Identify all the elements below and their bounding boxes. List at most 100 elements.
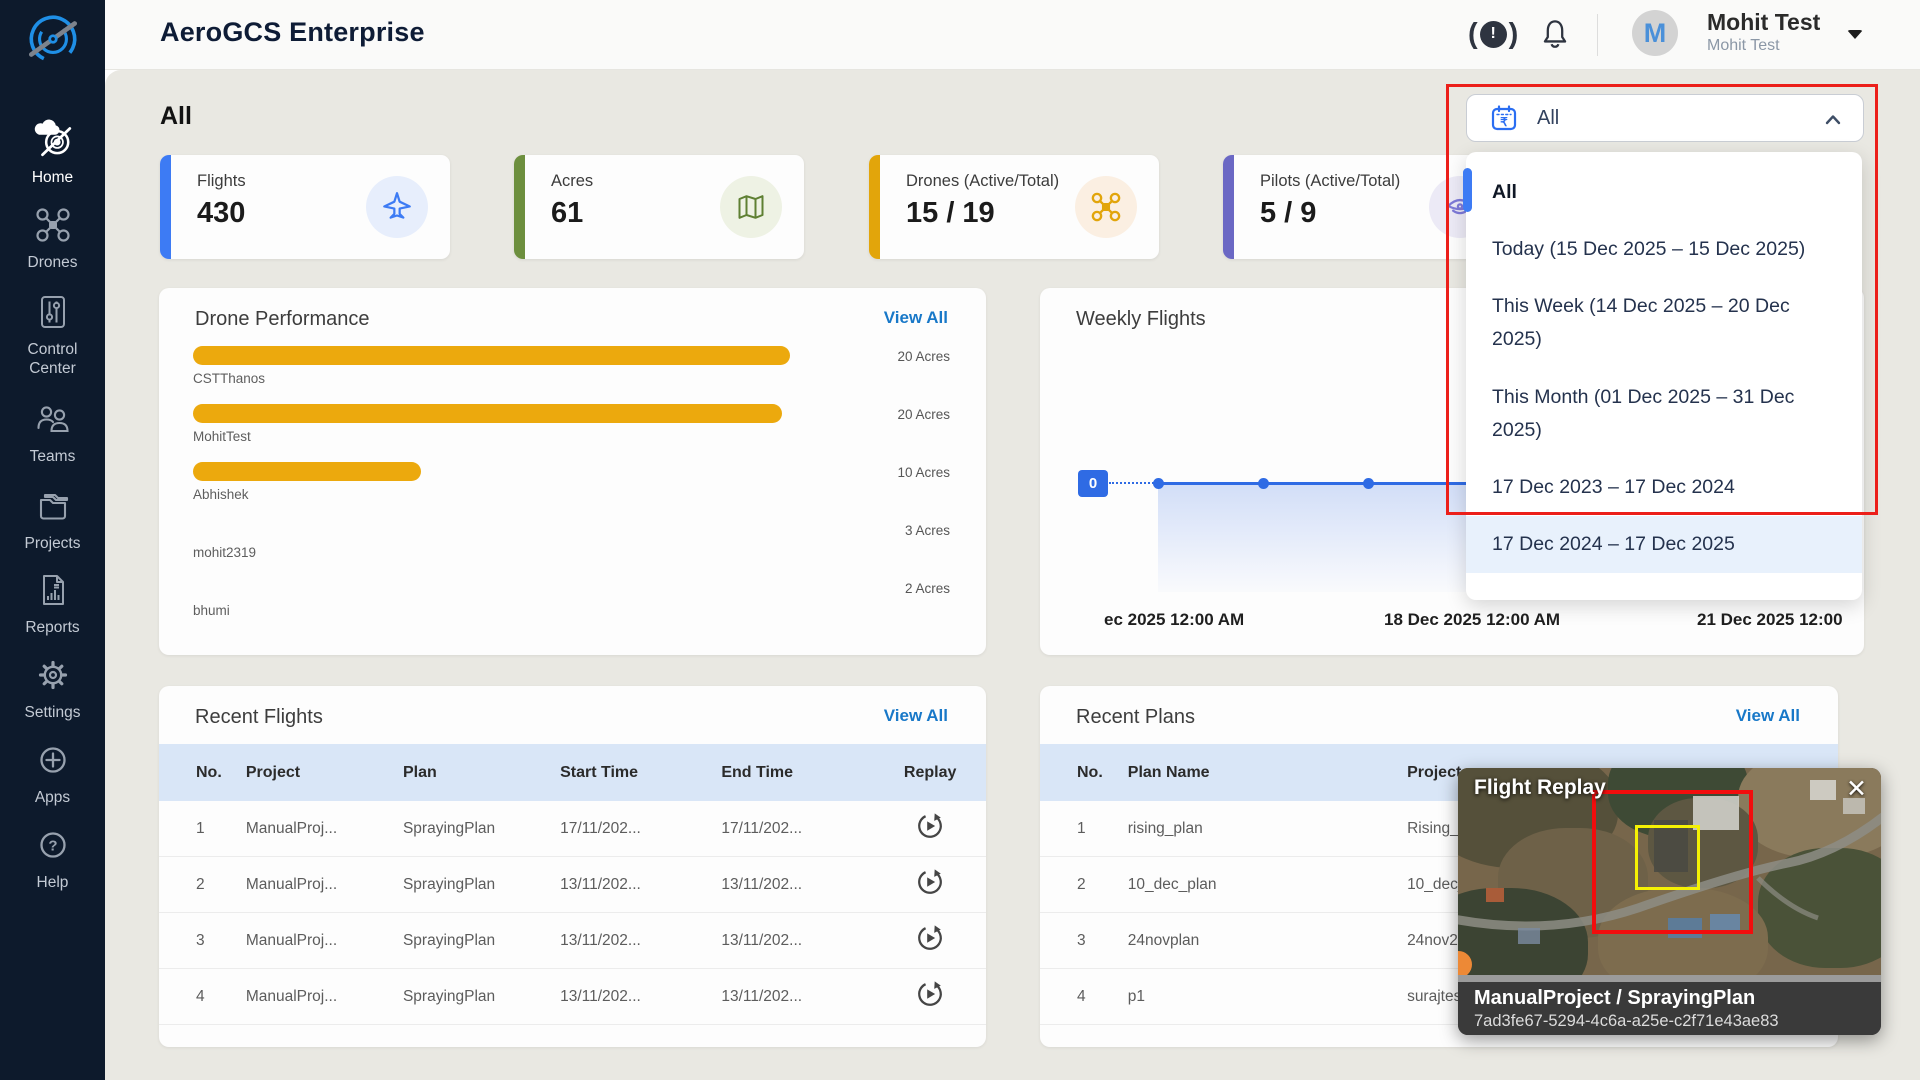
page-heading: All [160,102,192,131]
date-filter-options: All Today (15 Dec 2025 – 15 Dec 2025) Th… [1466,152,1862,600]
table-row[interactable]: 2 ManualProj... SprayingPlan 13/11/202..… [159,857,986,913]
replay-popup-title: Flight Replay [1474,776,1606,800]
replay-icon[interactable] [915,923,945,953]
drone-name: MohitTest [193,429,862,444]
stat-card-drones: Drones (Active/Total) 15 / 19 [869,155,1159,259]
user-menu-caret-icon[interactable] [1847,30,1863,39]
filter-option-current-year[interactable]: 17 Dec 2024 – 17 Dec 2025 [1466,516,1862,573]
sidebar-item-home[interactable]: Home [0,118,105,187]
cell-project: ManualProj... [246,988,403,1006]
cell-no: 2 [1040,876,1128,894]
cell-plan-name: p1 [1128,988,1407,1006]
dashboard-screen: Home Drones [0,0,1920,1080]
folder-icon [33,486,73,531]
teams-icon [33,399,73,444]
filter-option-this-week[interactable]: This Week (14 Dec 2025 – 20 Dec 2025) [1466,278,1862,368]
replay-info-bar: ManualProject / SprayingPlan 7ad3fe67-52… [1458,982,1881,1035]
replay-icon[interactable] [915,979,945,1009]
replay-plan-path: ManualProject / SprayingPlan [1474,987,1865,1010]
sidebar-item-teams[interactable]: Teams [0,399,105,466]
stat-card-flights: Flights 430 [160,155,450,259]
table-row[interactable]: 1 ManualProj... SprayingPlan 17/11/202..… [159,801,986,857]
drone-performance-view-all-link[interactable]: View All [884,308,948,328]
alert-button[interactable]: ( ! ) [1468,19,1518,49]
stat-label: Flights [197,172,246,191]
chart-point [1258,478,1269,489]
filter-option-this-month[interactable]: This Month (01 Dec 2025 – 31 Dec 2025) [1466,369,1862,459]
recent-flights-table: No. Project Plan Start Time End Time Rep… [159,744,986,1025]
col-no: No. [1040,764,1128,782]
replay-progress-strip [1458,975,1881,982]
home-icon [32,118,74,165]
stat-value: 15 / 19 [906,197,995,230]
svg-text:?: ? [48,838,57,855]
filter-option-all[interactable]: All [1466,164,1862,221]
replay-icon[interactable] [915,811,945,841]
user-subtitle: Mohit Test [1707,37,1780,55]
performance-row: Abhishek 10 Acres [193,462,950,520]
cell-start: 13/11/202... [560,988,721,1006]
cell-plan-name: 24novplan [1128,932,1407,950]
cell-plan: SprayingPlan [403,876,560,894]
stat-label: Drones (Active/Total) [906,172,1059,191]
recent-flights-panel: Recent Flights View All No. Project Plan… [159,686,986,1047]
cell-plan: SprayingPlan [403,820,560,838]
report-icon [33,570,73,615]
recent-flights-view-all-link[interactable]: View All [884,706,948,726]
flight-replay-popup: Flight Replay ✕ ManualProject / Spraying… [1458,768,1881,1035]
drone-name: Abhishek [193,487,862,502]
stat-label: Pilots (Active/Total) [1260,172,1400,191]
filter-option-today[interactable]: Today (15 Dec 2025 – 15 Dec 2025) [1466,221,1862,278]
table-row[interactable]: 4 ManualProj... SprayingPlan 13/11/202..… [159,969,986,1025]
drone-icon [1075,176,1137,238]
cell-end: 17/11/202... [721,820,874,838]
table-row[interactable]: 3 ManualProj... SprayingPlan 13/11/202..… [159,913,986,969]
performance-row: mohit2319 3 Acres [193,520,950,578]
close-icon[interactable]: ✕ [1846,774,1867,804]
question-circle-icon: ? [33,825,73,870]
date-filter-select[interactable]: ₹ All [1466,94,1864,142]
app-title: AeroGCS Enterprise [160,17,425,48]
flights-accent-bar [160,155,171,259]
acres-value: 10 Acres [862,462,950,520]
cell-no: 4 [159,988,246,1006]
sidebar-item-label: Home [5,168,101,187]
sidebar-item-help[interactable]: ? Help [0,825,105,892]
cell-plan: SprayingPlan [403,932,560,950]
svg-text:₹: ₹ [1500,115,1508,129]
replay-flight-id: 7ad3fe67-5294-4c6a-a25e-c2f71e43ae83 [1474,1012,1865,1031]
avatar-initial: M [1644,18,1667,49]
plane-icon [366,176,428,238]
cell-end: 13/11/202... [721,932,874,950]
sidebar-item-settings[interactable]: Settings [0,655,105,722]
stat-value: 430 [197,197,245,230]
replay-map[interactable]: Flight Replay ✕ [1458,768,1881,975]
col-replay: Replay [874,764,986,782]
cell-start: 13/11/202... [560,932,721,950]
sidebar-item-apps[interactable]: Apps [0,740,105,807]
col-project: Project [246,764,403,782]
sidebar-item-reports[interactable]: Reports [0,570,105,637]
stat-label: Acres [551,172,593,191]
cell-plan-name: 10_dec_plan [1128,876,1407,894]
sidebar-item-control-center[interactable]: Control Center [0,292,105,379]
performance-bar [193,462,421,481]
y-value-badge: 0 [1078,470,1108,497]
col-end-time: End Time [721,764,874,782]
recent-plans-view-all-link[interactable]: View All [1736,706,1800,726]
drone-icon [33,205,73,250]
sidebar-item-projects[interactable]: Projects [0,486,105,553]
sidebar-item-drones[interactable]: Drones [0,205,105,272]
replay-icon[interactable] [915,867,945,897]
notifications-button[interactable] [1537,16,1573,57]
sliders-icon [33,292,73,337]
filter-option-last-year[interactable]: 17 Dec 2023 – 17 Dec 2024 [1466,459,1862,516]
col-start-time: Start Time [560,764,721,782]
cell-no: 2 [159,876,246,894]
cell-end: 13/11/202... [721,876,874,894]
sidebar-item-label: Help [5,873,101,892]
plan-boundary-yellow [1635,825,1700,890]
avatar[interactable]: M [1632,10,1678,56]
x-axis-label: 21 Dec 2025 12:00 [1697,610,1843,630]
x-axis-label: 18 Dec 2025 12:00 AM [1384,610,1560,630]
